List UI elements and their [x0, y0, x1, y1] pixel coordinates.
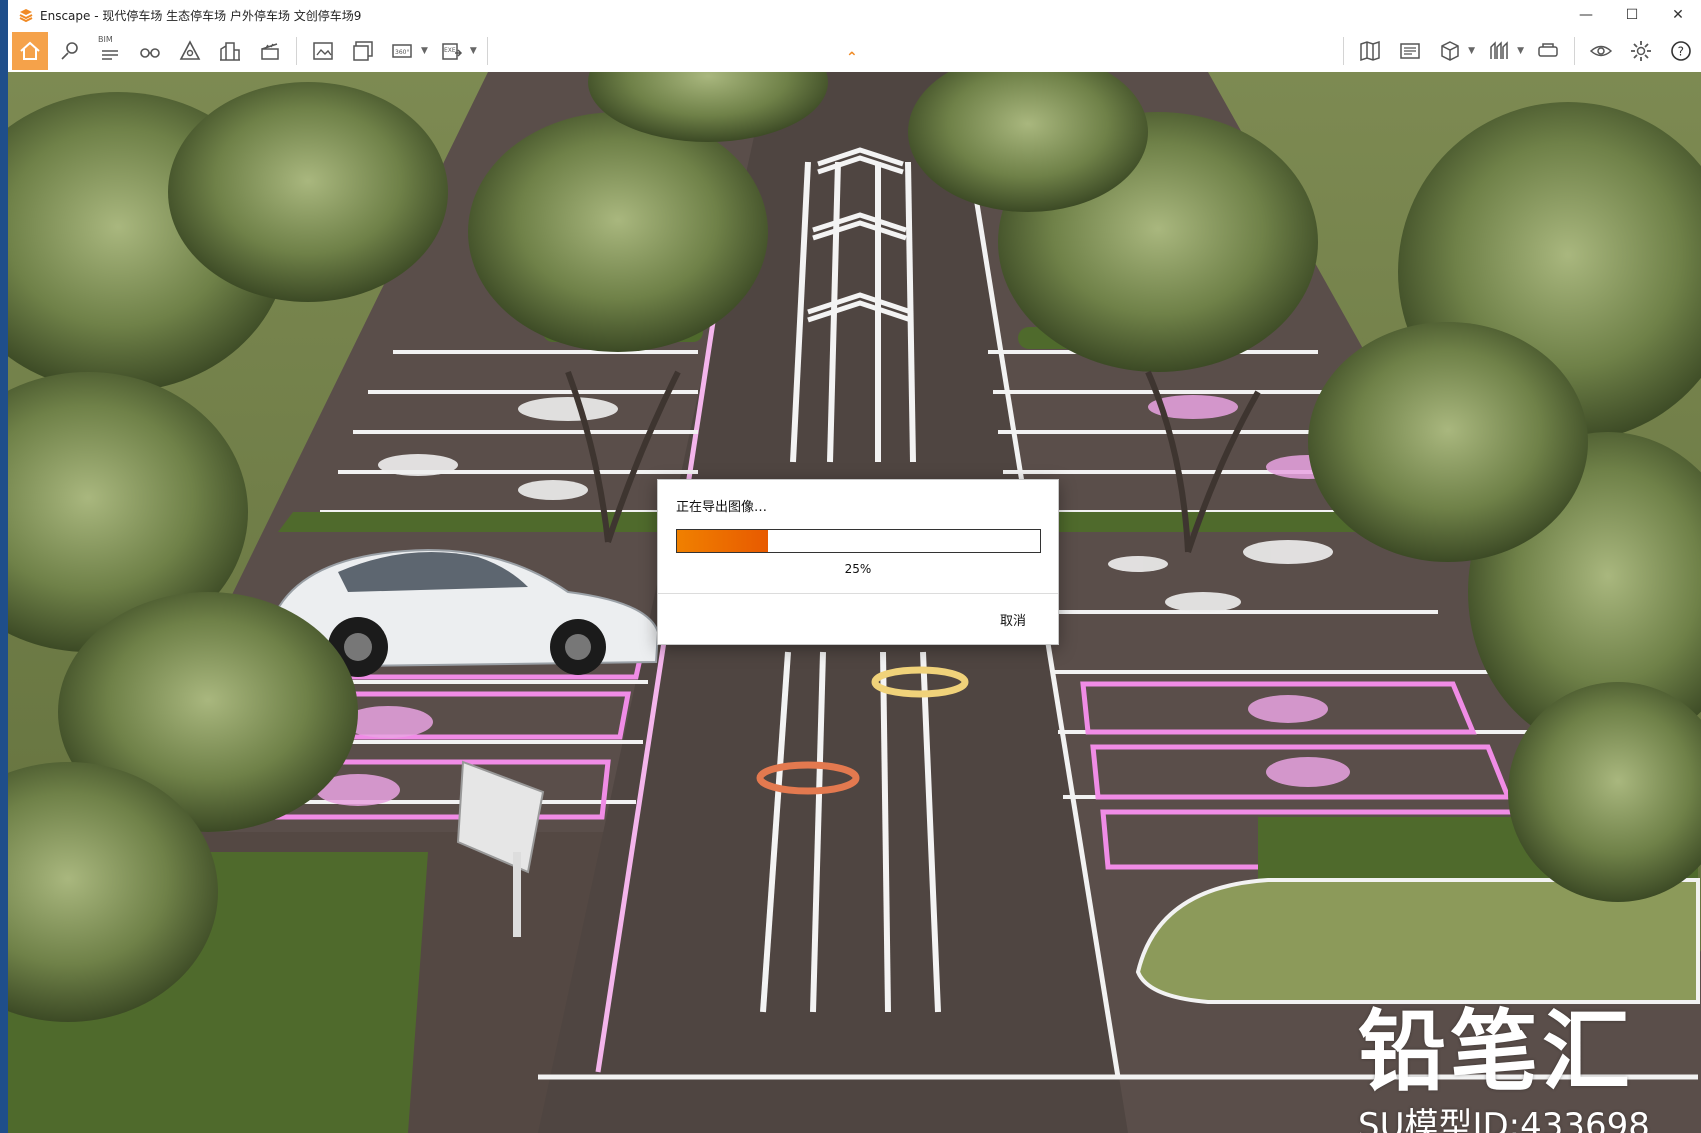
- projection-button[interactable]: [1432, 33, 1468, 69]
- views-button[interactable]: [1392, 33, 1428, 69]
- title-bar[interactable]: Enscape - 现代停车场 生态停车场 户外停车场 文创停车场9 — ☐ ✕: [8, 0, 1701, 30]
- progress-bar: [676, 529, 1041, 553]
- video-editor-button[interactable]: [252, 33, 288, 69]
- settings-button[interactable]: [1623, 33, 1659, 69]
- atmosphere-icon: [179, 40, 201, 60]
- batch-render-icon: [353, 41, 373, 61]
- binoculars-icon: [140, 48, 160, 58]
- export-progress-dialog: 正在导出图像… 25% 取消: [657, 479, 1059, 645]
- home-icon: [20, 41, 40, 60]
- visual-settings-button[interactable]: [1583, 33, 1619, 69]
- atmosphere-button[interactable]: [172, 33, 208, 69]
- enscape-logo-icon: [19, 9, 33, 23]
- clapperboard-icon: [261, 43, 279, 60]
- window-title: Enscape - 现代停车场 生态停车场 户外停车场 文创停车场9: [40, 8, 362, 23]
- cube-icon: [1441, 41, 1459, 61]
- window-controls: — ☐ ✕: [1563, 0, 1701, 30]
- screenshot-button[interactable]: [305, 33, 341, 69]
- section-dropdown-caret-icon[interactable]: ▼: [1517, 46, 1524, 56]
- binoculars-button[interactable]: [132, 33, 168, 69]
- panorama-360-icon: 360°: [392, 44, 412, 58]
- export-exe-button[interactable]: EXE: [434, 33, 470, 69]
- panorama-dropdown-caret-icon[interactable]: ▼: [421, 46, 428, 56]
- svg-text:EXE: EXE: [444, 47, 456, 54]
- buildings-icon: [220, 42, 240, 61]
- bim-button[interactable]: BIM: [92, 33, 128, 69]
- gear-icon: [1631, 41, 1651, 61]
- watermark: 铅笔汇 SU模型ID:433698: [1358, 1002, 1650, 1133]
- panorama-button[interactable]: 360°: [385, 33, 421, 69]
- location-pin-icon: [61, 42, 78, 60]
- toolbar-separator: [1343, 37, 1345, 65]
- progress-bar-fill: [677, 530, 768, 552]
- minimize-button[interactable]: —: [1563, 0, 1609, 30]
- toolbar-separator: [486, 37, 488, 65]
- map-button[interactable]: [1352, 33, 1388, 69]
- section-button[interactable]: [1481, 33, 1517, 69]
- home-button[interactable]: [12, 32, 48, 70]
- export-exe-icon: EXE: [442, 43, 462, 60]
- views-icon: [1400, 43, 1420, 59]
- help-button[interactable]: ?: [1663, 33, 1699, 69]
- svg-text:?: ?: [1678, 45, 1684, 59]
- asset-library-button[interactable]: [212, 33, 248, 69]
- section-icon: [1490, 41, 1508, 59]
- export-dropdown-caret-icon[interactable]: ▼: [470, 46, 477, 56]
- eye-icon: [1589, 45, 1613, 57]
- vr-headset-button[interactable]: [1530, 33, 1566, 69]
- bim-label: BIM: [98, 35, 113, 44]
- watermark-title: 铅笔汇: [1358, 1000, 1635, 1103]
- toolbar-separator: [296, 37, 297, 65]
- dialog-title: 正在导出图像…: [676, 500, 768, 515]
- help-icon: ?: [1671, 41, 1691, 61]
- map-icon: [1360, 40, 1380, 62]
- dialog-divider: [658, 593, 1058, 594]
- projection-dropdown-caret-icon[interactable]: ▼: [1468, 46, 1475, 56]
- collapse-toolbar-arrow-icon[interactable]: ⌃: [846, 50, 858, 66]
- export-image-icon: [313, 42, 333, 60]
- vr-headset-icon: [1538, 43, 1558, 57]
- svg-text:360°: 360°: [395, 49, 409, 56]
- watermark-model-id: SU模型ID:433698: [1358, 1106, 1650, 1133]
- enscape-window: Enscape - 现代停车场 生态停车场 户外停车场 文创停车场9 — ☐ ✕…: [8, 0, 1701, 1133]
- maximize-button[interactable]: ☐: [1609, 0, 1655, 30]
- location-button[interactable]: [52, 33, 88, 69]
- batch-render-button[interactable]: [345, 33, 381, 69]
- close-button[interactable]: ✕: [1655, 0, 1701, 30]
- toolbar-separator: [1574, 37, 1575, 65]
- progress-percent-label: 25%: [844, 562, 872, 576]
- cancel-button[interactable]: 取消: [1000, 610, 1026, 629]
